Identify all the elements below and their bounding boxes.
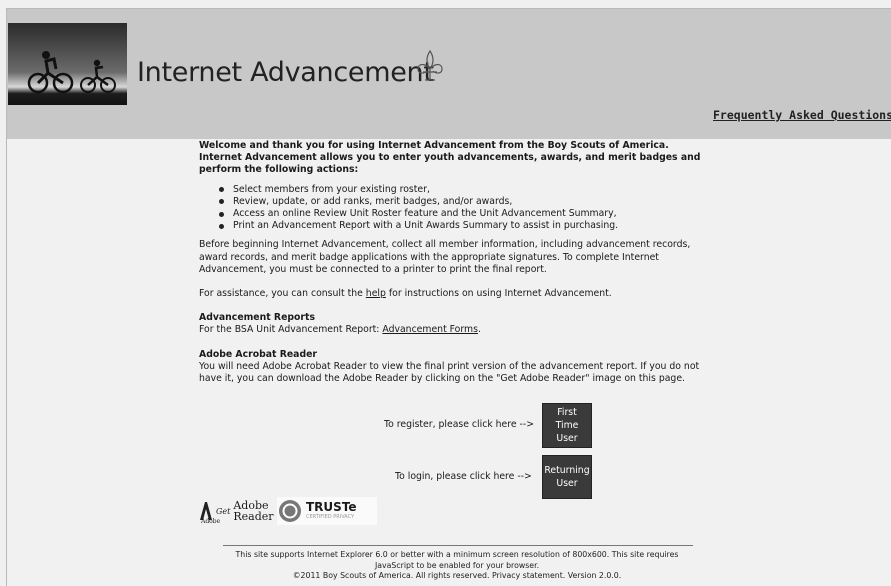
get-adobe-reader-button[interactable]: Adobe Get Adobe Reader bbox=[199, 497, 274, 525]
cyclists-photo bbox=[8, 23, 127, 105]
footer: This site supports Internet Explorer 6.0… bbox=[197, 550, 717, 582]
help-link[interactable]: help bbox=[366, 288, 386, 299]
list-item: Print an Advancement Report with a Unit … bbox=[219, 220, 719, 232]
reports-text: For the BSA Unit Advancement Report: Adv… bbox=[199, 324, 481, 336]
actions-list: Select members from your existing roster… bbox=[219, 184, 719, 233]
login-label: To login, please click here --> bbox=[395, 471, 532, 482]
fleur-de-lis-icon bbox=[417, 49, 443, 81]
footer-divider bbox=[223, 545, 693, 546]
list-item: Select members from your existing roster… bbox=[219, 184, 719, 196]
advancement-forms-link[interactable]: Advancement Forms bbox=[382, 324, 478, 335]
reports-heading: Advancement Reports bbox=[199, 312, 315, 324]
acrobat-text: You will need Adobe Acrobat Reader to vi… bbox=[199, 360, 700, 385]
welcome-line: Welcome and thank you for using Internet… bbox=[199, 140, 669, 151]
header-banner: Internet Advancement Frequently Asked Qu… bbox=[7, 9, 891, 139]
page-frame: Internet Advancement Frequently Asked Qu… bbox=[6, 8, 891, 586]
returning-user-button[interactable]: Returning User bbox=[542, 455, 592, 499]
acrobat-heading: Adobe Acrobat Reader bbox=[199, 348, 318, 360]
list-item: Access an online Review Unit Roster feat… bbox=[219, 208, 719, 220]
intro-line: Internet Advancement allows you to enter… bbox=[199, 152, 701, 176]
list-item: Review, update, or add ranks, merit badg… bbox=[219, 196, 719, 208]
truste-seal[interactable]: TRUSTe CERTIFIED PRIVACY bbox=[277, 497, 377, 525]
faq-link[interactable]: Frequently Asked Questions bbox=[713, 108, 891, 122]
first-time-user-button[interactable]: First Time User bbox=[542, 403, 592, 448]
footer-javascript-text: JavaScript to be enabled for your browse… bbox=[374, 560, 540, 570]
truste-logo-icon bbox=[279, 500, 301, 522]
before-beginning-text: Before beginning Internet Advancement, c… bbox=[199, 239, 691, 275]
app-title: Internet Advancement bbox=[137, 57, 434, 88]
footer-copyright: ©2011 Boy Scouts of America. All rights … bbox=[292, 571, 622, 580]
register-label: To register, please click here --> bbox=[384, 419, 535, 430]
main-content: Welcome and thank you for using Internet… bbox=[199, 140, 719, 385]
cyclists-silhouette bbox=[27, 51, 116, 94]
assistance-text: For assistance, you can consult the help… bbox=[199, 288, 612, 300]
footer-support-text: This site supports Internet Explorer 6.0… bbox=[235, 550, 679, 559]
